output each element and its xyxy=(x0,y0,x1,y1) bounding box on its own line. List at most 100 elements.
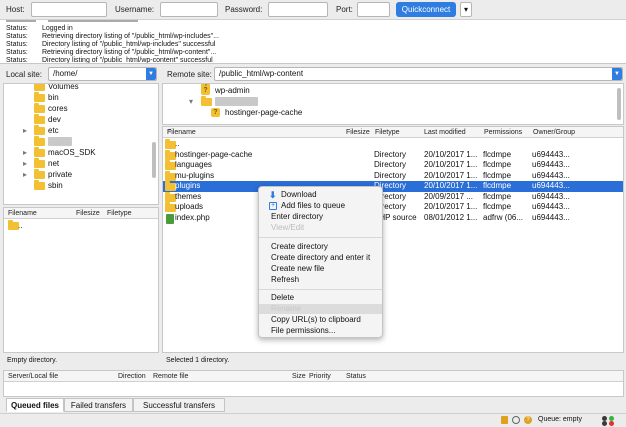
remote-status-bar: Selected 1 directory. xyxy=(162,355,624,366)
file-row[interactable]: hostinger-page-cache Directory 20/10/2017 … xyxy=(163,149,623,161)
column-filename[interactable]: Filename ⌃ xyxy=(167,127,196,138)
expander-icon[interactable]: ▸ xyxy=(23,147,27,158)
tree-item[interactable]: sbin xyxy=(4,180,158,191)
tree-item-label: Volumes xyxy=(48,83,79,91)
remote-tree-scrollbar[interactable] xyxy=(617,88,621,120)
column-permissions[interactable]: Permissions xyxy=(484,127,522,138)
remote-directory-tree[interactable]: ? ?wp-admin▾wp-content?hostinger-page-ca… xyxy=(162,83,624,125)
file-row[interactable]: .. xyxy=(163,139,623,150)
tree-item[interactable]: Volumes xyxy=(4,83,158,92)
chevron-down-icon[interactable]: ▼ xyxy=(146,68,156,80)
transfer-queue[interactable]: Server/Local file Direction Remote file … xyxy=(3,370,624,397)
menu-item-file-permissions[interactable]: File permissions... xyxy=(259,326,382,336)
menu-item-refresh[interactable]: Refresh xyxy=(259,275,382,285)
local-site-bar: Local site: /home/ ▼ xyxy=(0,66,159,82)
expander-icon[interactable]: ▾ xyxy=(189,96,193,107)
password-label: Password: xyxy=(225,5,263,14)
local-directory-tree[interactable]: Volumes bin cores dev ▸ etc home ▸ macOS_SDK ▸ net… xyxy=(3,83,159,205)
chevron-down-icon[interactable]: ▼ xyxy=(612,68,622,80)
folder-icon xyxy=(34,84,45,91)
tree-item-label: sbin xyxy=(48,181,63,190)
tree-item[interactable]: ▾ wp-content xyxy=(163,96,623,107)
tree-item[interactable]: ▸ etc xyxy=(4,125,158,136)
menu-separator xyxy=(259,289,382,290)
file-permissions: flcdmpe xyxy=(483,160,512,169)
file-row[interactable]: .. xyxy=(4,220,158,231)
speed-limit-icon[interactable] xyxy=(512,416,520,424)
username-input[interactable] xyxy=(160,2,218,17)
tree-item[interactable]: ▸ net xyxy=(4,158,158,169)
menu-item-copy-urls[interactable]: Copy URL(s) to clipboard xyxy=(259,315,382,325)
tree-item[interactable]: ? hostinger-page-cache xyxy=(163,107,623,118)
file-row[interactable]: themes Directory 20/09/2017 ... flcdmpe u694… xyxy=(163,191,623,203)
remote-path-combo[interactable]: /public_html/wp-content ▼ xyxy=(214,67,623,81)
column-filetype[interactable]: Filetype xyxy=(375,127,400,138)
port-input[interactable] xyxy=(357,2,390,17)
tab-queued-files[interactable]: Queued files xyxy=(6,398,64,412)
menu-item-create-directory[interactable]: Create directory xyxy=(259,242,382,252)
quickconnect-button[interactable]: Quickconnect xyxy=(396,2,456,17)
tree-item-label: cores xyxy=(48,104,68,113)
port-label: Port: xyxy=(336,5,353,14)
menu-item-rename[interactable]: Rename xyxy=(259,304,382,314)
local-tree-scrollbar[interactable] xyxy=(152,142,156,178)
tree-item[interactable]: ▸ private xyxy=(4,169,158,180)
host-input[interactable] xyxy=(31,2,107,17)
menu-item-add-to-queue[interactable]: + Add files to queue xyxy=(259,201,382,211)
tree-item[interactable]: dev xyxy=(4,114,158,125)
menu-item-create-directory-enter[interactable]: Create directory and enter it xyxy=(259,253,382,263)
question-icon[interactable]: ? xyxy=(524,416,532,424)
column-size[interactable]: Size xyxy=(292,371,306,382)
message-log[interactable]: Status: Logged in Status: Retrieving direct… xyxy=(0,20,626,64)
tab-failed-transfers[interactable]: Failed transfers xyxy=(64,398,133,412)
column-filesize[interactable]: Filesize xyxy=(346,127,370,138)
transfer-indicator-icon xyxy=(609,421,614,426)
tree-item[interactable]: cores xyxy=(4,103,158,114)
column-remote-file[interactable]: Remote file xyxy=(153,371,188,382)
local-file-list[interactable]: Filename Filesize Filetype .. xyxy=(3,207,159,353)
file-row[interactable]: uploads Directory 20/10/2017 1... flcdmpe u6… xyxy=(163,202,623,213)
menu-item-delete[interactable]: Delete xyxy=(259,293,382,303)
column-owner-group[interactable]: Owner/Group xyxy=(533,127,575,138)
file-type: Directory xyxy=(374,149,407,159)
local-status-bar: Empty directory. xyxy=(3,355,159,366)
queue-status-text: Queue: empty xyxy=(538,416,582,423)
file-row[interactable]: index.php PHP source 08/01/2012 1... adfrw … xyxy=(163,213,623,224)
file-name: languages xyxy=(175,160,212,169)
file-row[interactable]: plugins Directory 20/10/2017 1... flcdmpe u6… xyxy=(163,181,623,192)
column-status[interactable]: Status xyxy=(346,371,366,382)
column-filetype[interactable]: Filetype xyxy=(107,208,132,219)
tree-item[interactable]: home xyxy=(4,136,158,147)
column-filename[interactable]: Filename xyxy=(8,208,37,219)
file-owner: u694443... xyxy=(532,181,570,190)
local-path-text: /home/ xyxy=(53,69,78,78)
column-server-local-file[interactable]: Server/Local file xyxy=(8,371,58,382)
tree-item[interactable]: bin xyxy=(4,92,158,103)
menu-item-download[interactable]: ⬇ Download xyxy=(259,190,382,200)
quickconnect-history-dropdown[interactable]: ▾ xyxy=(460,2,472,17)
expander-icon[interactable]: ▸ xyxy=(23,125,27,136)
host-label: Host: xyxy=(6,5,25,14)
file-row[interactable]: mu-plugins Directory 20/10/2017 1... flcdmp… xyxy=(163,170,623,182)
expander-icon[interactable]: ▸ xyxy=(23,169,27,180)
local-file-list-header: Filename Filesize Filetype xyxy=(4,208,158,219)
column-priority[interactable]: Priority xyxy=(309,371,331,382)
column-direction[interactable]: Direction xyxy=(118,371,146,382)
menu-item-create-file[interactable]: Create new file xyxy=(259,264,382,274)
file-row[interactable]: languages Directory 20/10/2017 1... flcdmpe… xyxy=(163,160,623,171)
tab-successful-transfers[interactable]: Successful transfers xyxy=(133,398,225,412)
tree-item-label: dev xyxy=(48,115,61,124)
file-permissions: adfrw (06... xyxy=(483,212,524,222)
menu-item-enter-directory[interactable]: Enter directory xyxy=(259,212,382,222)
password-input[interactable] xyxy=(268,2,328,17)
tree-item-label: private xyxy=(48,170,73,179)
expander-icon[interactable]: ▸ xyxy=(23,158,27,169)
remote-file-list[interactable]: Filename ⌃ Filesize Filetype Last modifi… xyxy=(162,126,624,353)
column-last-modified[interactable]: Last modified xyxy=(424,127,466,138)
tree-item[interactable]: ? wp-admin xyxy=(163,85,623,96)
file-modified: 20/09/2017 ... xyxy=(424,191,473,201)
local-path-combo[interactable]: /home/ ▼ xyxy=(48,67,157,81)
tree-item[interactable]: ▸ macOS_SDK xyxy=(4,147,158,158)
column-filesize[interactable]: Filesize xyxy=(76,208,100,219)
log-status-label: Status: xyxy=(6,57,28,64)
